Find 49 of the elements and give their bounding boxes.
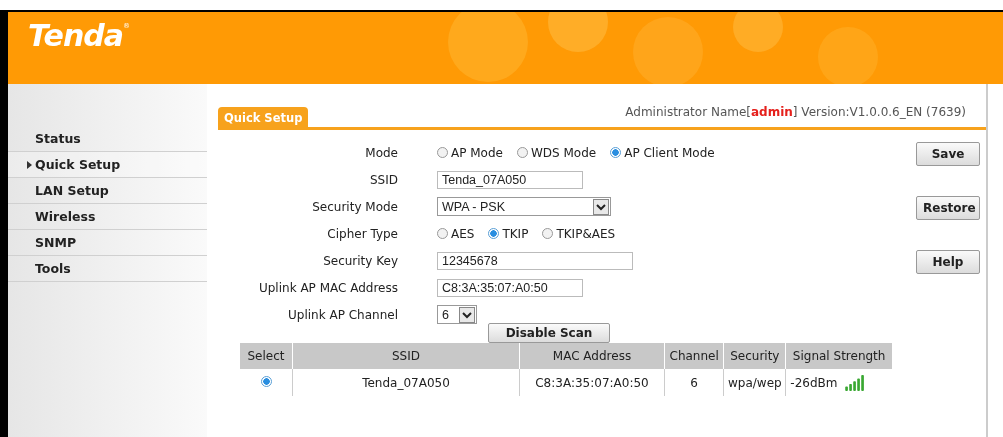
input-field[interactable]: 12345678 [437,251,633,270]
table-cell: C8:3A:35:07:A0:50 [519,369,665,396]
radio-button[interactable] [516,147,528,158]
sidebar-item[interactable]: Status [8,126,207,152]
table-cell: Tenda_07A050 [292,369,520,396]
disable-scan-button[interactable]: Disable Scan [488,323,610,343]
column-header: Select [240,343,293,369]
option-label: AP Mode [451,145,503,160]
field-label: Mode [364,145,399,160]
input-field[interactable]: C8:3A:35:07:A0:50 [437,278,583,297]
input-field[interactable]: Tenda_07A050 [437,170,583,189]
signal-reading: -26dBm [790,375,838,390]
field-label: Uplink AP MAC Address [257,280,399,295]
radio-button[interactable] [260,375,272,387]
option-label: WDS Mode [530,145,597,160]
sidebar-item[interactable]: SNMP [8,230,207,256]
column-header: Security [723,343,786,369]
logo-text: Tenda [28,18,124,53]
radio-button[interactable] [437,147,448,158]
option-label: TKIP&AES [556,226,616,241]
field-label: Security Mode [311,199,399,214]
radio-button[interactable] [437,228,448,239]
option-label: TKIP [502,226,529,241]
signal-bars-icon [845,374,866,391]
dropdown[interactable]: WPA - PSK [437,197,611,216]
option-label: AES [451,226,475,241]
column-header: Channel [664,343,724,369]
field-label: Uplink AP Channel [287,307,399,322]
admin-info-text: Administrator Name[admin] Version:V1.0.0.6_EN (7639) [625,105,966,119]
field-label: Security Key [322,253,399,268]
action-button[interactable]: Help [916,250,980,274]
dropdown[interactable]: 6 [437,305,477,324]
radio-button[interactable] [610,147,622,158]
sidebar-item[interactable]: Quick Setup [8,152,207,178]
sidebar-item[interactable]: LAN Setup [8,178,207,204]
action-button[interactable]: Save [916,142,980,166]
field-label: Cipher Type [326,226,399,241]
sidebar-item[interactable]: Wireless [8,204,207,230]
radio-button[interactable] [488,228,500,239]
action-button[interactable]: Restore [916,196,980,220]
radio-button[interactable] [542,228,554,239]
column-header: Signal Strength [785,343,892,369]
column-header: MAC Address [519,343,665,369]
field-label: SSID [369,172,399,187]
column-header: SSID [292,343,520,369]
option-label: AP Client Mode [624,145,715,160]
table-cell: 6 [664,369,724,396]
table-cell: wpa/wep [723,369,786,396]
sidebar-item[interactable]: Tools [8,256,207,282]
